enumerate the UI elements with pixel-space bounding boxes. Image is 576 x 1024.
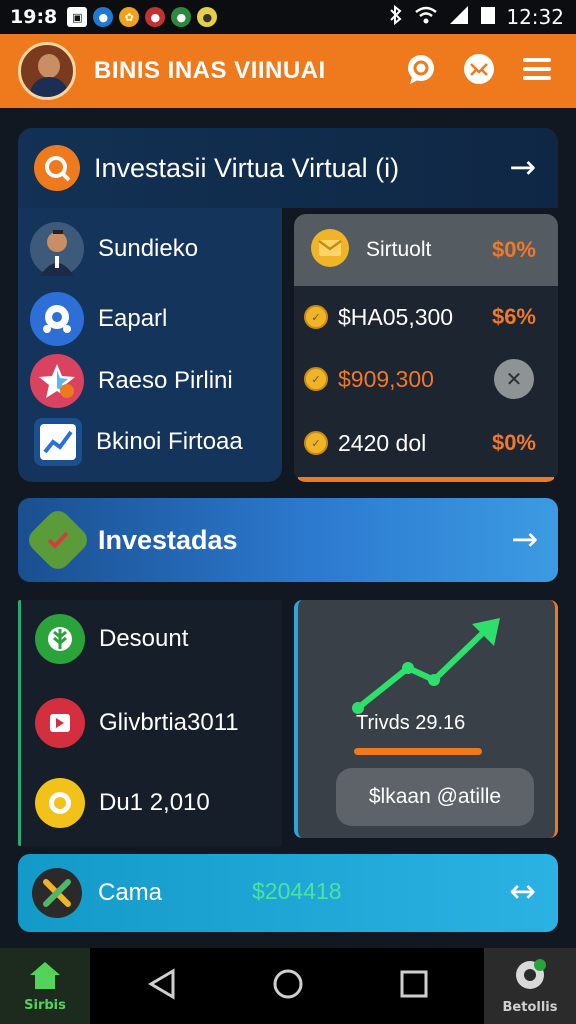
status-icons: 12:32	[388, 0, 564, 34]
image-notification-icon: ▣	[67, 7, 88, 27]
list-item[interactable]: Desount	[35, 614, 188, 664]
circle-home-icon	[272, 968, 304, 1004]
stats-panel: Sirtuolt $0% ✓ $HA05,300 $6% ✓ $909,300 …	[294, 214, 558, 482]
contact-list: Sundieko Eaparl Raeso Pirlini Bkinoi Fir…	[18, 208, 282, 482]
stats-value: 2420 dol	[338, 429, 427, 456]
app-actions	[404, 34, 554, 108]
envelope-icon	[310, 228, 350, 272]
back-button[interactable]	[144, 968, 180, 1004]
bluetooth-icon	[388, 4, 404, 31]
square-recents-icon	[399, 969, 429, 1003]
stats-accent-bar	[298, 477, 554, 482]
list-item[interactable]: Bkinoi Firtoaa	[30, 418, 243, 466]
trend-underline	[354, 748, 482, 755]
signal-icon	[448, 5, 470, 30]
mail-icon	[463, 53, 495, 89]
stats-header-pct: $0%	[491, 237, 536, 262]
bottom-nav: Sirbis Betollis	[0, 948, 576, 1024]
list-item-label: Glivbrtia3011	[99, 709, 239, 736]
mail-button[interactable]	[462, 54, 496, 88]
hamburger-icon	[523, 57, 551, 85]
list-item[interactable]: Sundieko	[30, 222, 198, 276]
camera-row[interactable]: Cama $204418 ↔	[18, 854, 558, 932]
tools-icon	[32, 868, 82, 918]
settings-icon	[513, 958, 547, 996]
list-item-label: Raeso Pirlini	[98, 367, 233, 394]
avatar[interactable]	[18, 42, 76, 100]
tools-icon[interactable]: ✕	[494, 359, 534, 399]
leaf-check-icon	[24, 506, 92, 574]
stats-row[interactable]: ✓ 2420 dol $0%	[294, 412, 558, 474]
list-item[interactable]: Glivbrtia3011	[35, 698, 239, 748]
list-item-label: Desount	[99, 625, 189, 652]
trend-label: Trivds 29.16	[356, 712, 466, 734]
list-item-label: Sundieko	[98, 235, 199, 262]
camera-amount: $204418	[252, 878, 342, 904]
list-item-label: Bkinoi Firtoaa	[96, 428, 243, 455]
list-item[interactable]: Eaparl	[30, 292, 167, 346]
camera-label: Cama	[98, 879, 163, 906]
app-notification-icon: ●	[145, 7, 166, 27]
nav-home[interactable]: Sirbis	[0, 948, 90, 1024]
stats-value: $909,300	[338, 365, 434, 392]
home-icon	[28, 960, 62, 994]
list-item-label: Du1 2,010	[99, 789, 210, 816]
wifi-icon	[414, 5, 438, 30]
arrow-right-icon: →	[511, 520, 538, 558]
status-clock: 12:32	[506, 5, 564, 29]
app-notification-icon: ●	[197, 7, 218, 27]
media-icon	[35, 698, 85, 748]
app-title: BINIS INAS VIINUAI	[94, 57, 326, 84]
coin-icon: ✓	[304, 305, 328, 329]
trend-action-button[interactable]: $lkaan @atille	[336, 768, 534, 826]
battery-icon	[480, 5, 496, 30]
app-notification-icon: ✿	[119, 7, 140, 27]
chat-button[interactable]	[404, 54, 438, 88]
stats-header[interactable]: Sirtuolt $0%	[294, 214, 558, 286]
trend-line	[352, 618, 500, 714]
stats-value: $HA05,300	[338, 303, 454, 330]
coin-icon	[35, 778, 85, 828]
stats-row[interactable]: ✓ $909,300 ✕	[294, 348, 558, 410]
chart-icon	[34, 418, 82, 466]
coin-icon: ✓	[304, 367, 328, 391]
swap-arrow-icon[interactable]: ↔	[509, 872, 536, 910]
recents-button[interactable]	[396, 968, 432, 1004]
investments-label: Investadas	[98, 524, 238, 555]
person-avatar-icon	[30, 222, 84, 276]
arrow-right-icon[interactable]: →	[509, 148, 536, 186]
list-item[interactable]: Raeso Pirlini	[30, 354, 233, 408]
stats-row[interactable]: ✓ $HA05,300 $6%	[294, 286, 558, 348]
app-bar: BINIS INAS VIINUAI	[0, 34, 576, 108]
home-system-button[interactable]	[270, 968, 306, 1004]
stats-pct: $6%	[491, 304, 536, 329]
stats-pct: $0%	[491, 430, 536, 455]
status-time: 19:8	[10, 6, 58, 28]
nav-home-label: Sirbis	[24, 997, 66, 1013]
app-notification-icon: ●	[93, 7, 114, 27]
lower-list: Desount Glivbrtia3011 Du1 2,010	[18, 600, 282, 846]
coin-icon: ✓	[304, 431, 328, 455]
star-icon	[30, 354, 84, 408]
nav-settings-label: Betollis	[502, 999, 558, 1015]
stats-header-label: Sirtuolt	[366, 238, 432, 261]
menu-button[interactable]	[520, 54, 554, 88]
list-item[interactable]: Du1 2,010	[35, 778, 210, 828]
leaf-icon	[35, 614, 85, 664]
status-bar: 19:8 ▣ ● ✿ ● ● ● 12:32	[0, 0, 576, 34]
header-card[interactable]: Investasii Virtua Virtual (i) →	[18, 128, 558, 208]
header-title: Investasii Virtua Virtual (i)	[94, 152, 400, 183]
chat-bubble-icon	[30, 292, 84, 346]
chat-icon	[405, 53, 437, 89]
nav-settings[interactable]: Betollis	[484, 948, 576, 1024]
list-item-label: Eaparl	[98, 305, 168, 332]
search-icon	[34, 145, 80, 191]
investments-button[interactable]: Investadas →	[18, 498, 558, 582]
trend-card[interactable]: Trivds 29.16 $lkaan @atille	[294, 600, 558, 838]
app-notification-icon: ●	[171, 7, 192, 27]
back-triangle-icon	[147, 968, 177, 1004]
